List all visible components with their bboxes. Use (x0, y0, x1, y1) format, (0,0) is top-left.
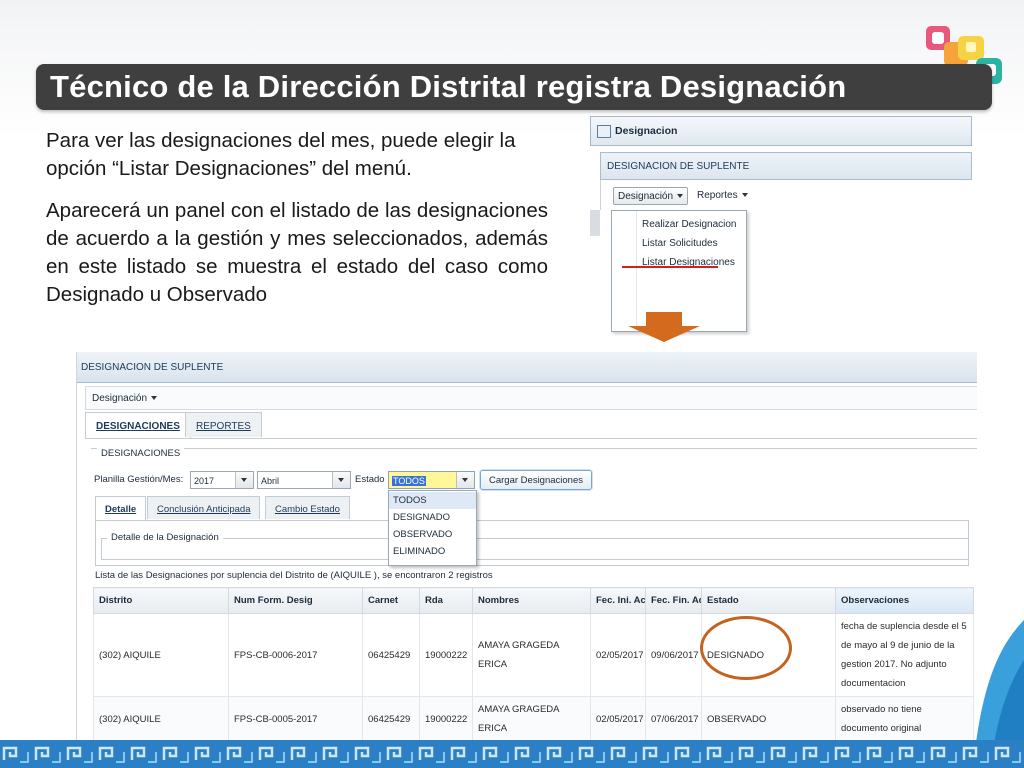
year-value: 2017 (194, 476, 215, 486)
panel-header: DESIGNACION DE SUPLENTE (77, 352, 977, 383)
estado-value: TODOS (392, 476, 426, 486)
table-header-row: Distrito Num Form. Desig Carnet Rda Nomb… (93, 587, 974, 614)
menu-item-listar-solicitudes[interactable]: Listar Solicitudes (642, 238, 718, 249)
designacion-menu-label: Designación (618, 191, 674, 202)
detail-subtabs: Detalle Conclusión Anticipada Cambio Est… (95, 496, 969, 521)
cell-estado: OBSERVADO (701, 696, 836, 742)
menu-toolbar: Designación Reportes (600, 180, 972, 210)
slide-title-bar: Técnico de la Dirección Distrital regist… (36, 64, 992, 110)
window-title: Designacion (615, 125, 678, 137)
estado-dropdown-list: TODOS DESIGNADO OBSERVADO ELIMINADO (388, 490, 477, 566)
estado-select[interactable]: TODOS (388, 471, 475, 489)
table-row[interactable]: (302) AIQUILE FPS-CB-0006-2017 06425429 … (93, 613, 974, 697)
subtab-cambio-estado[interactable]: Cambio Estado (265, 496, 350, 519)
cell-fec-ini: 02/05/2017 (590, 696, 646, 742)
cell-observaciones: observado no tiene documento original (835, 696, 974, 742)
detalle-fieldset (101, 538, 969, 560)
window-icon (597, 125, 611, 138)
cell-num-form: FPS-CB-0005-2017 (228, 696, 363, 742)
column-header-fec-fin[interactable]: Fec. Fin. Act (645, 587, 702, 614)
panel-header: DESIGNACION DE SUPLENTE (600, 152, 972, 180)
cell-rda: 19000222 (419, 613, 473, 697)
cell-nombres: AMAYA GRAGEDA ERICA (472, 613, 591, 697)
paragraph-panel-description: Aparecerá un panel con el listado de las… (46, 199, 548, 306)
instruction-text: Para ver las designaciones del mes, pued… (46, 127, 548, 309)
main-tabs: DESIGNACIONES REPORTES (85, 412, 977, 439)
chevron-down-icon[interactable] (456, 472, 474, 488)
pattern-border-icon (0, 740, 1024, 768)
month-value: Abril (261, 476, 280, 486)
cell-distrito: (302) AIQUILE (93, 696, 229, 742)
cell-fec-fin: 07/06/2017 (645, 696, 702, 742)
reportes-menu-label: Reportes (697, 190, 738, 201)
estado-label: Estado (355, 474, 385, 485)
estado-option-todos[interactable]: TODOS (389, 492, 476, 509)
menu-toolbar: Designación (85, 386, 977, 410)
chevron-down-icon[interactable] (332, 472, 350, 488)
down-arrow-icon (628, 312, 700, 342)
cell-distrito: (302) AIQUILE (93, 613, 229, 697)
month-select[interactable]: Abril (257, 471, 351, 489)
column-header-carnet[interactable]: Carnet (362, 587, 420, 614)
column-header-fec-ini[interactable]: Fec. Ini. Act (590, 587, 646, 614)
designacion-menu-label: Designación (92, 393, 148, 404)
cell-nombres: AMAYA GRAGEDA ERICA (472, 696, 591, 742)
decorative-wave-icon (975, 620, 1024, 750)
table-row[interactable]: (302) AIQUILE FPS-CB-0005-2017 06425429 … (93, 696, 974, 742)
subtab-detalle[interactable]: Detalle (95, 496, 147, 520)
menu-item-realizar-designacion[interactable]: Realizar Designacion (642, 219, 737, 230)
designacion-menu-button[interactable]: Designación (613, 187, 689, 205)
records-summary: Lista de las Designaciones por suplencia… (95, 570, 493, 581)
chevron-down-icon (677, 194, 684, 199)
column-header-rda[interactable]: Rda (419, 587, 473, 614)
chevron-down-icon[interactable] (235, 472, 253, 488)
menu-screenshot: Designacion DESIGNACION DE SUPLENTE Desi… (590, 116, 972, 342)
cell-fec-fin: 09/06/2017 (645, 613, 702, 697)
reportes-menu-button[interactable]: Reportes (693, 187, 752, 205)
tab-reportes[interactable]: REPORTES (185, 412, 262, 437)
fieldset-legend: DESIGNACIONES (97, 448, 185, 459)
paragraph-menu-option: Para ver las designaciones del mes, pued… (46, 129, 516, 180)
panel-title: DESIGNACION DE SUPLENTE (607, 161, 750, 172)
column-header-distrito[interactable]: Distrito (93, 587, 229, 614)
column-header-num-form[interactable]: Num Form. Desig (228, 587, 363, 614)
left-strip (590, 210, 600, 236)
window-header: Designacion (590, 116, 972, 146)
decorative-footer-band (0, 740, 1024, 768)
estado-option-eliminado[interactable]: ELIMINADO (389, 543, 476, 560)
designacion-menu-button[interactable]: Designación (92, 393, 158, 404)
subtab-conclusion-anticipada[interactable]: Conclusión Anticipada (147, 496, 261, 519)
cell-carnet: 06425429 (362, 696, 420, 742)
panel-title: DESIGNACION DE SUPLENTE (81, 362, 224, 373)
slide-title: Técnico de la Dirección Distrital regist… (50, 69, 847, 104)
cargar-designaciones-button[interactable]: Cargar Designaciones (480, 470, 592, 490)
estado-option-observado[interactable]: OBSERVADO (389, 526, 476, 543)
estado-option-designado[interactable]: DESIGNADO (389, 509, 476, 526)
column-header-estado[interactable]: Estado (701, 587, 836, 614)
cell-fec-ini: 02/05/2017 (590, 613, 646, 697)
year-select[interactable]: 2017 (190, 471, 254, 489)
cell-rda: 19000222 (419, 696, 473, 742)
estado-highlight-circle (700, 616, 792, 680)
chevron-down-icon (741, 193, 748, 198)
column-header-nombres[interactable]: Nombres (472, 587, 591, 614)
cell-carnet: 06425429 (362, 613, 420, 697)
tab-designaciones[interactable]: DESIGNACIONES (85, 412, 191, 438)
detalle-legend: Detalle de la Designación (107, 532, 223, 543)
column-header-observaciones[interactable]: Observaciones (835, 587, 974, 614)
highlight-underline (622, 266, 718, 268)
cell-num-form: FPS-CB-0006-2017 (228, 613, 363, 697)
designaciones-screenshot: DESIGNACION DE SUPLENTE Designación DESI… (76, 352, 977, 744)
cell-observaciones: fecha de suplencia desde el 5 de mayo al… (835, 613, 974, 697)
designaciones-table: Distrito Num Form. Desig Carnet Rda Nomb… (93, 587, 974, 742)
chevron-down-icon (151, 396, 158, 401)
planilla-label: Planilla Gestión/Mes: (94, 474, 184, 485)
